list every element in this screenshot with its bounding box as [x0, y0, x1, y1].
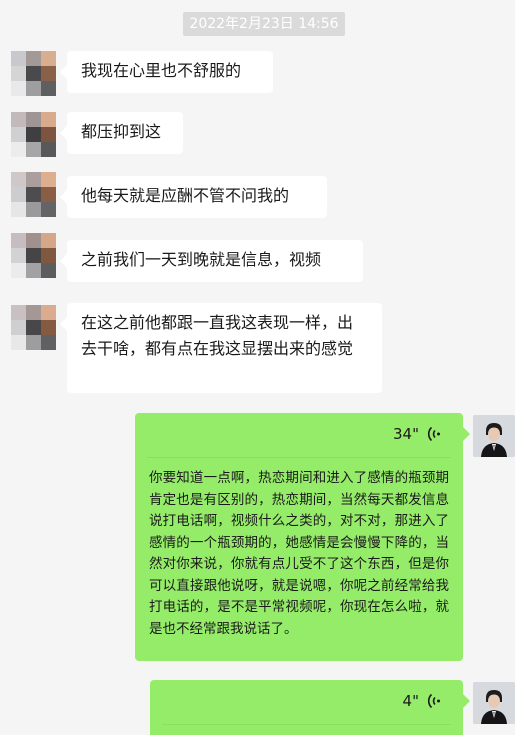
user-avatar[interactable]: [473, 415, 515, 457]
voice-duration: 34": [393, 425, 419, 443]
contact-avatar[interactable]: [11, 112, 56, 157]
user-avatar[interactable]: [473, 682, 515, 724]
message-bubble[interactable]: 我现在心里也不舒服的: [60, 51, 273, 93]
timestamp: 2022年2月23日 14:56: [183, 12, 345, 36]
transcript-divider: [147, 457, 451, 458]
user-avatar-image: [473, 682, 515, 724]
message-bubble[interactable]: 之前我们一天到晚就是信息，视频: [60, 240, 363, 282]
transcript-divider: [162, 724, 451, 725]
voice-wave-icon[interactable]: [427, 693, 441, 709]
contact-avatar[interactable]: [11, 233, 56, 278]
contact-avatar[interactable]: [11, 51, 56, 96]
user-avatar-image: [473, 415, 515, 457]
message-bubble[interactable]: 他每天就是应酬不管不问我的: [60, 176, 327, 218]
contact-avatar[interactable]: [11, 305, 56, 350]
voice-message-bubble[interactable]: 4": [150, 680, 470, 735]
voice-message-bubble[interactable]: 34" 你要知道一点啊，热恋期间和进入了感情的瓶颈期肯定也是有区别的，热恋期间，…: [135, 413, 470, 661]
contact-avatar[interactable]: [11, 172, 56, 217]
voice-duration: 4": [402, 692, 419, 710]
voice-transcript[interactable]: 你要知道一点啊，热恋期间和进入了感情的瓶颈期肯定也是有区别的，热恋期间，当然每天…: [149, 468, 449, 640]
voice-playback[interactable]: 4": [403, 692, 441, 710]
voice-playback[interactable]: 34": [393, 425, 441, 443]
message-bubble[interactable]: 都压抑到这: [60, 112, 183, 154]
voice-wave-icon[interactable]: [427, 426, 441, 442]
message-bubble[interactable]: 在这之前他都跟一直我这表现一样，出去干啥，都有点在我这显摆出来的感觉: [60, 303, 382, 393]
chat-window: 2022年2月23日 14:56 我现在心里也不舒服的 都压抑到这 他每天就是应…: [0, 0, 515, 735]
